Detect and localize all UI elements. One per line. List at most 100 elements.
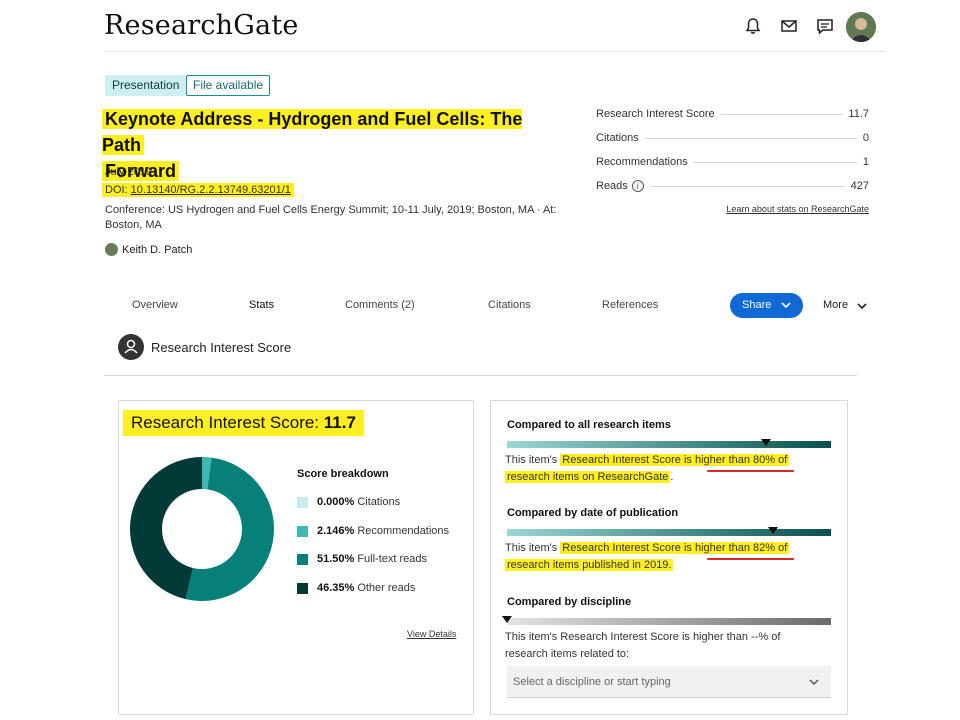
text-highlight: Research Interest Score is higher than 8… <box>560 542 790 554</box>
compare-discipline-bar <box>507 618 831 625</box>
conference-info: Conference: US Hydrogen and Fuel Cells E… <box>105 204 557 231</box>
ris-title-value: 11.7 <box>323 413 356 432</box>
doi: DOI: 10.13140/RG.2.2.13749.63201/1 <box>102 183 294 197</box>
user-icon <box>118 334 144 360</box>
text-part: This item's <box>505 454 561 466</box>
text-part: research items published in 2019. <box>507 559 672 571</box>
compare-discipline-heading: Compared by discipline <box>507 596 632 608</box>
score-donut-chart <box>130 457 275 601</box>
breakdown-heading: Score breakdown <box>297 468 389 480</box>
compare-date-bar <box>507 529 831 536</box>
compare-all-bar <box>507 441 831 448</box>
compare-date-text: This item's Research Interest Score is h… <box>505 540 835 574</box>
compare-discipline-text: This item's Research Interest Score is h… <box>505 629 835 663</box>
stat-label: Citations <box>596 132 639 144</box>
section-title: Research Interest Score <box>151 340 292 355</box>
legend-swatch <box>297 582 308 594</box>
select-placeholder: Select a discipline or start typing <box>513 676 671 688</box>
mail-icon[interactable] <box>779 16 799 36</box>
stat-value: 0 <box>862 132 869 144</box>
top-bar: ResearchGate <box>104 0 886 52</box>
ris-card: Research Interest Score: 11.7 Score brea… <box>118 400 474 715</box>
legend-citations: 0.000% Citations <box>297 496 400 508</box>
researchgate-logo[interactable]: ResearchGate <box>104 10 299 41</box>
legend-swatch <box>297 525 308 537</box>
stat-recommendations: Recommendations 1 <box>596 156 869 168</box>
section-heading: Research Interest Score <box>104 330 857 376</box>
compare-all-heading: Compared to all research items <box>507 419 671 431</box>
author-name[interactable]: Keith D. Patch <box>122 244 192 256</box>
ris-title-label: Research Interest Score: <box>131 413 324 432</box>
stat-value: 1 <box>862 156 869 168</box>
legend-label: Citations <box>357 496 401 508</box>
title-line-1: Keynote Address - Hydrogen and Fuel Cell… <box>102 109 523 155</box>
more-menu[interactable]: More <box>823 299 867 311</box>
stat-reads: Reads i 427 <box>596 180 869 192</box>
text-part: This item's Research Interest Score is h… <box>505 631 781 643</box>
legend-value: 2.146% <box>317 525 355 537</box>
doi-label: DOI: <box>105 184 131 196</box>
doi-link[interactable]: 10.13140/RG.2.2.13749.63201/1 <box>131 184 291 196</box>
text-highlight: research items published in 2019. <box>505 559 674 571</box>
tab-references[interactable]: References <box>602 299 658 311</box>
text-part: of <box>775 454 788 466</box>
tab-bar: Overview Stats Comments (2) Citations Re… <box>104 286 874 326</box>
file-available-badge[interactable]: File available <box>186 75 271 96</box>
text-highlight: Research Interest Score is higher than 8… <box>560 454 790 466</box>
text-part: higher than 80% <box>694 454 776 466</box>
stat-value: 427 <box>850 180 869 192</box>
legend-label: Recommendations <box>357 525 450 537</box>
stat-research-interest: Research Interest Score 11.7 <box>596 108 869 120</box>
view-details-link[interactable]: View Details <box>407 629 456 639</box>
text-part: Research Interest Score is <box>562 454 695 466</box>
chevron-down-icon <box>781 302 791 309</box>
legend-value: 51.50% <box>317 553 355 565</box>
more-label: More <box>823 299 849 311</box>
legend-value: 0.000% <box>317 496 355 508</box>
legend-swatch <box>297 553 308 565</box>
percentile-marker <box>502 616 512 623</box>
tab-citations[interactable]: Citations <box>488 299 531 311</box>
legend-label: Other reads <box>357 582 416 594</box>
ris-title: Research Interest Score: 11.7 <box>123 410 364 436</box>
compare-all-text: This item's Research Interest Score is h… <box>505 452 835 486</box>
chevron-down-icon <box>809 679 819 686</box>
legend-swatch <box>297 496 308 508</box>
discipline-select[interactable]: Select a discipline or start typing <box>507 666 831 698</box>
text-highlight: research items on ResearchGate <box>505 471 671 483</box>
legend-value: 46.35% <box>317 582 355 594</box>
legend-fulltext-reads: 51.50% Full-text reads <box>297 553 427 565</box>
stat-value: 11.7 <box>848 108 869 120</box>
percentile-marker <box>767 527 778 534</box>
text-part: . <box>670 471 674 483</box>
text-part: of <box>775 542 788 554</box>
share-label: Share <box>742 299 772 311</box>
tab-comments[interactable]: Comments (2) <box>345 299 415 311</box>
stat-label: Recommendations <box>596 156 688 168</box>
message-icon[interactable] <box>815 16 835 36</box>
text-part: higher than 82% <box>694 542 776 554</box>
author-avatar <box>105 243 118 256</box>
tab-stats[interactable]: Stats <box>249 299 274 311</box>
publication-title: Keynote Address - Hydrogen and Fuel Cell… <box>102 106 550 184</box>
info-icon[interactable]: i <box>631 180 644 192</box>
bell-icon[interactable] <box>743 16 763 36</box>
chevron-down-icon <box>857 303 867 310</box>
stat-label: Research Interest Score <box>596 108 715 120</box>
red-underline <box>707 470 794 472</box>
legend-label: Full-text reads <box>357 553 428 565</box>
text-part: research items related to: <box>505 648 630 660</box>
learn-about-stats-link[interactable]: Learn about stats on ResearchGate <box>700 204 869 214</box>
tab-overview[interactable]: Overview <box>132 299 178 311</box>
presentation-badge: Presentation <box>105 75 187 96</box>
share-button[interactable]: Share <box>730 293 803 318</box>
avatar[interactable] <box>846 12 876 42</box>
text-part: research items on ResearchGate <box>507 471 669 483</box>
red-underline <box>707 558 794 560</box>
publication-date: July 2019 <box>105 166 153 178</box>
legend-recommendations: 2.146% Recommendations <box>297 525 449 537</box>
stat-citations: Citations 0 <box>596 132 869 144</box>
author-chip[interactable]: Keith D. Patch <box>105 243 192 256</box>
compare-date-heading: Compared by date of publication <box>507 507 679 519</box>
stat-label: Reads <box>596 180 628 192</box>
